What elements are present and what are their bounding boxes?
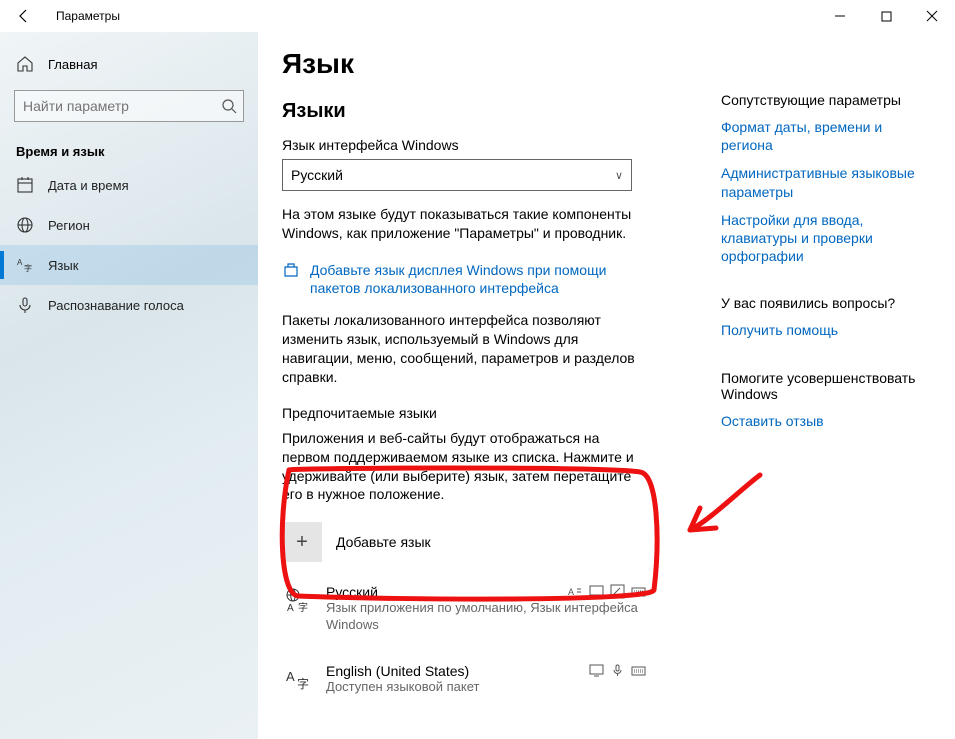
- display-language-dropdown[interactable]: Русский ∨: [282, 159, 632, 191]
- svg-text:A: A: [287, 603, 294, 613]
- back-button[interactable]: [6, 0, 42, 32]
- svg-text:A: A: [286, 669, 295, 684]
- section-title-languages: Языки: [282, 100, 697, 123]
- language-feature-icons: A: [568, 584, 646, 599]
- sidebar-item-language[interactable]: A字 Язык: [0, 245, 258, 285]
- link-feedback[interactable]: Оставить отзыв: [721, 412, 931, 430]
- sidebar-item-label: Регион: [48, 218, 90, 233]
- handwriting-icon: [610, 584, 625, 599]
- local-experience-pack-link[interactable]: Добавьте язык дисплея Windows при помощи…: [310, 261, 640, 297]
- display-icon: [589, 663, 604, 678]
- search-icon: [221, 98, 237, 114]
- sidebar-home[interactable]: Главная: [0, 46, 258, 82]
- svg-text:字: 字: [24, 263, 32, 273]
- speech-icon: [610, 663, 625, 678]
- link-input-spelling[interactable]: Настройки для ввода, клавиатуры и провер…: [721, 211, 931, 266]
- sidebar-item-label: Распознавание голоса: [48, 298, 184, 313]
- minimize-button[interactable]: [817, 0, 863, 32]
- main-area: Язык Языки Язык интерфейса Windows Русск…: [258, 32, 955, 739]
- home-icon: [16, 55, 34, 73]
- sidebar: Главная Время и язык Дата и время Регио: [0, 32, 258, 739]
- svg-text:字: 字: [298, 601, 308, 613]
- local-experience-pack-tip: Добавьте язык дисплея Windows при помощи…: [282, 261, 697, 297]
- add-language-label: Добавьте язык: [336, 534, 431, 550]
- right-column: Сопутствующие параметры Формат даты, вре…: [721, 44, 931, 739]
- sidebar-item-label: Язык: [48, 258, 78, 273]
- add-language-button[interactable]: +: [282, 522, 322, 562]
- related-settings-title: Сопутствующие параметры: [721, 92, 931, 108]
- link-date-format[interactable]: Формат даты, времени и региона: [721, 118, 931, 154]
- preferred-languages-description: Приложения и веб-сайты будут отображатьс…: [282, 429, 642, 505]
- link-admin-language[interactable]: Административные языковые параметры: [721, 164, 931, 200]
- language-item-english-us[interactable]: A字 English (United States) Доступен язык…: [282, 655, 652, 705]
- svg-text:字: 字: [297, 676, 309, 691]
- language-icon: A字: [16, 256, 34, 274]
- language-list: A字 Русский Язык приложения по умолчанию,…: [282, 576, 652, 705]
- dropdown-value: Русский: [291, 167, 343, 183]
- language-item-russian[interactable]: A字 Русский Язык приложения по умолчанию,…: [282, 576, 652, 643]
- display-icon: [589, 584, 604, 599]
- microphone-icon: [16, 296, 34, 314]
- display-language-label: Язык интерфейса Windows: [282, 137, 697, 153]
- keyboard-icon: [631, 584, 646, 599]
- help-title: У вас появились вопросы?: [721, 295, 931, 311]
- lip-description: Пакеты локализованного интерфейса позвол…: [282, 311, 642, 387]
- chevron-down-icon: ∨: [615, 169, 623, 182]
- store-icon: [282, 261, 300, 279]
- category-title: Время и язык: [0, 134, 258, 165]
- add-language-row[interactable]: + Добавьте язык: [282, 522, 697, 562]
- close-button[interactable]: [909, 0, 955, 32]
- language-subtitle: Доступен языковой пакет: [326, 679, 648, 695]
- keyboard-icon: [631, 663, 646, 678]
- feedback-title: Помогите усовершенствовать Windows: [721, 370, 931, 402]
- search-input[interactable]: [15, 98, 243, 114]
- sidebar-item-date-time[interactable]: Дата и время: [0, 165, 258, 205]
- maximize-button[interactable]: [863, 0, 909, 32]
- tts-icon: A: [568, 584, 583, 599]
- sidebar-item-region[interactable]: Регион: [0, 205, 258, 245]
- calendar-icon: [16, 176, 34, 194]
- preferred-languages-title: Предпочитаемые языки: [282, 405, 697, 421]
- language-feature-icons: [589, 663, 646, 678]
- globe-icon: [16, 216, 34, 234]
- language-subtitle: Язык приложения по умолчанию, Язык интер…: [326, 600, 648, 633]
- window-controls: [817, 0, 955, 32]
- sidebar-item-label: Дата и время: [48, 178, 129, 193]
- language-glyph-icon: A字: [284, 586, 312, 614]
- app-title: Параметры: [56, 9, 120, 23]
- svg-text:A: A: [568, 587, 574, 597]
- page-title: Язык: [282, 48, 697, 80]
- language-glyph-icon: A字: [284, 665, 312, 693]
- titlebar: Параметры: [0, 0, 955, 32]
- sidebar-home-label: Главная: [48, 57, 97, 72]
- search-box[interactable]: [14, 90, 244, 122]
- link-get-help[interactable]: Получить помощь: [721, 321, 931, 339]
- content-column: Язык Языки Язык интерфейса Windows Русск…: [282, 44, 697, 739]
- sidebar-item-speech[interactable]: Распознавание голоса: [0, 285, 258, 325]
- display-language-description: На этом языке будут показываться такие к…: [282, 205, 642, 243]
- svg-text:A: A: [17, 258, 23, 267]
